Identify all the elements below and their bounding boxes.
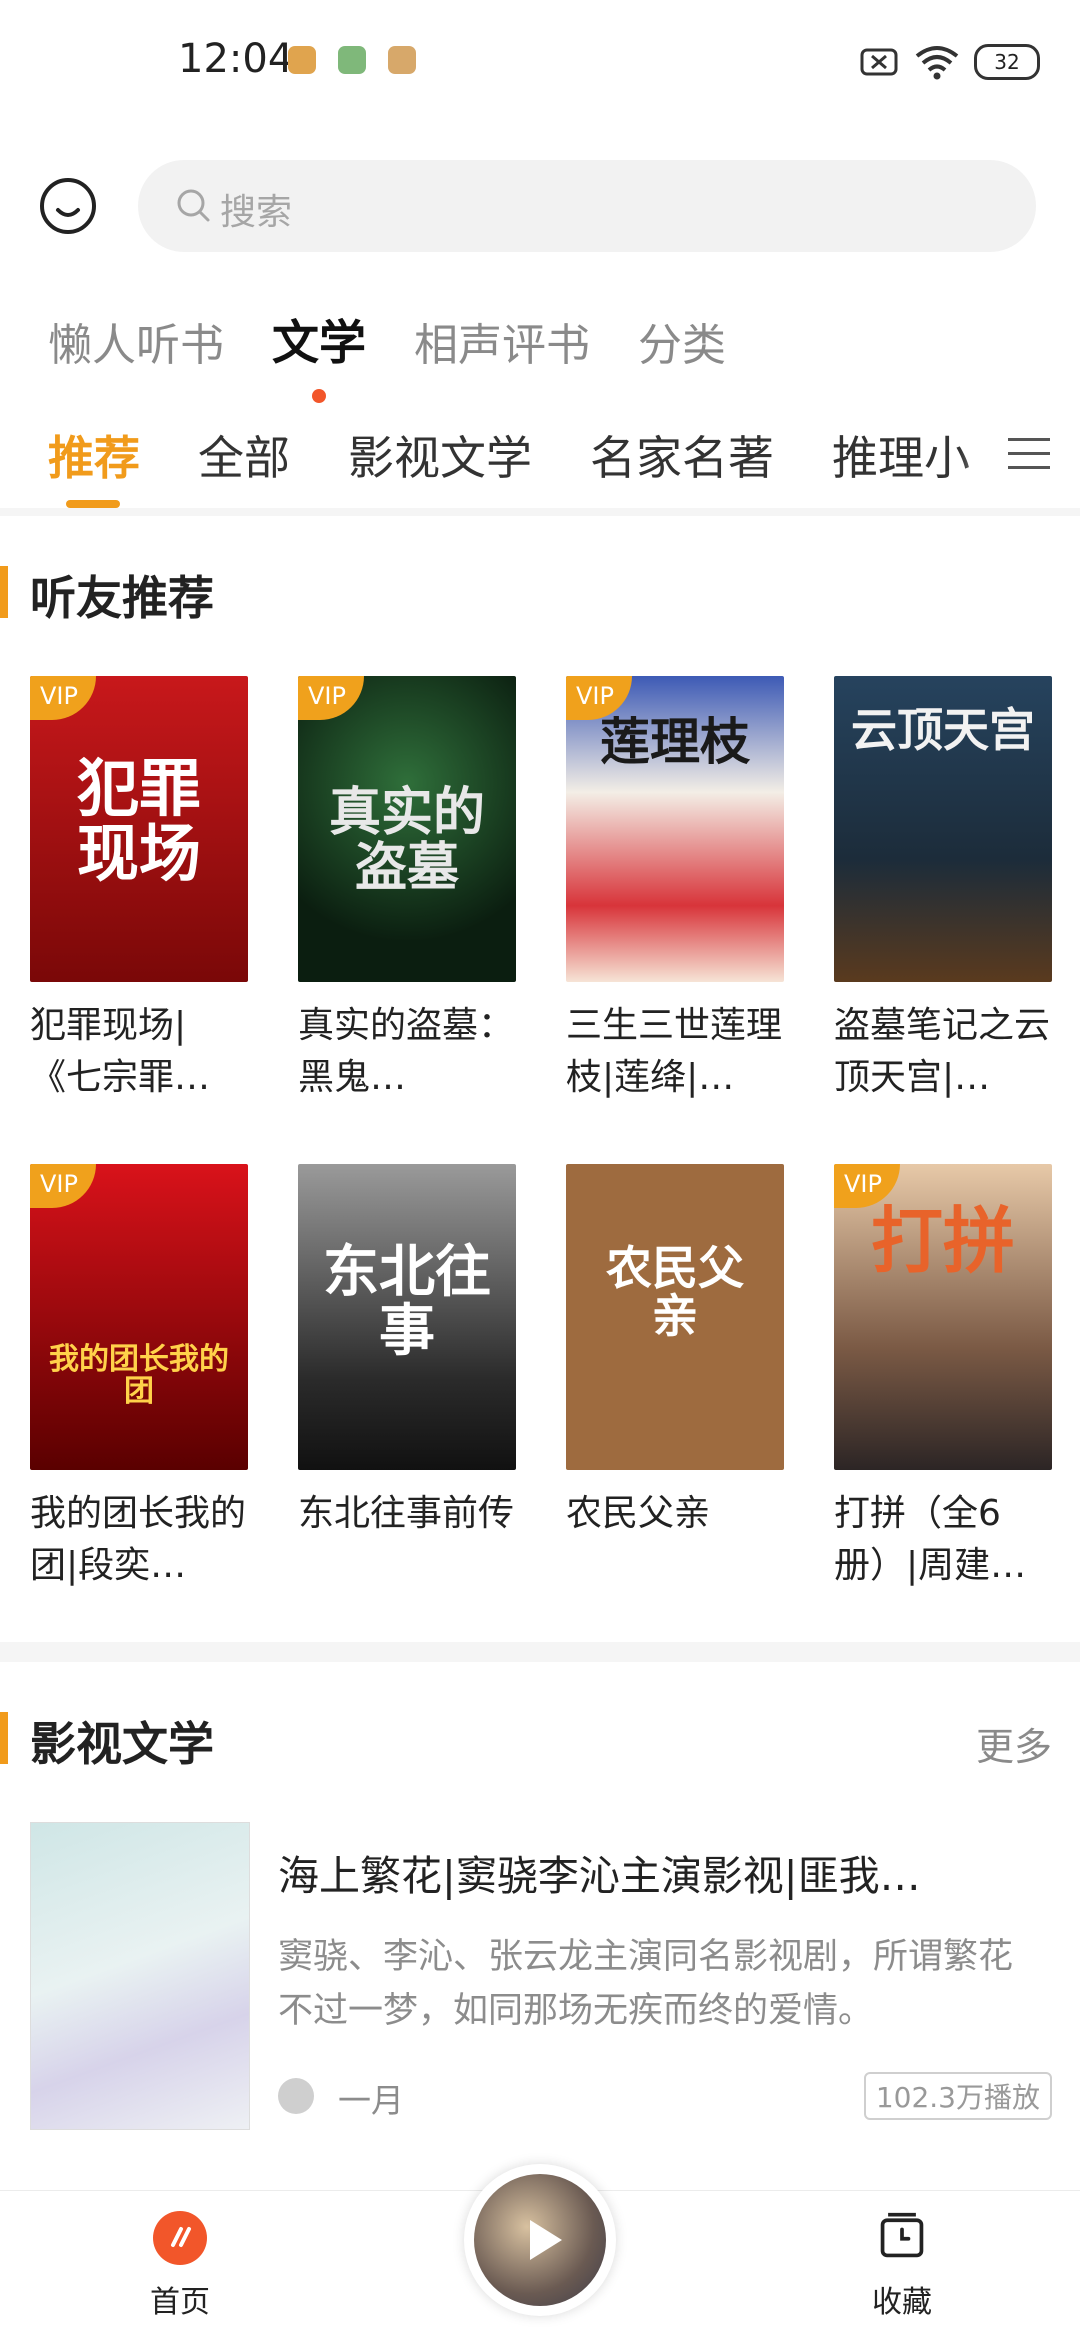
vip-badge: VIP (30, 1164, 96, 1208)
book-title: 三生三世莲理枝|莲绛|… (566, 1005, 783, 1098)
author-icon (278, 2078, 314, 2114)
section-title-recommend: 听友推荐 (30, 571, 214, 625)
cover-text: 农民父亲 (606, 1241, 744, 1344)
book-card[interactable]: 云顶天宫 盗墓笔记之云顶天宫|… (834, 676, 1052, 1104)
book-title: 东北往事前传 (298, 1493, 515, 1534)
nav-home[interactable]: 首页 (110, 2211, 250, 2321)
book-card[interactable]: 打拼 VIP 打拼（全6册）|周建… (834, 1164, 1052, 1592)
section-accent-bar (0, 566, 8, 618)
nav-favorites[interactable]: 收藏 (832, 2211, 972, 2321)
cat-tab-mystery[interactable]: 推理小 (832, 422, 970, 488)
search-icon (177, 189, 210, 222)
book-title: 农民父亲 (566, 1493, 711, 1534)
vip-badge: VIP (30, 676, 96, 720)
book-card[interactable]: 莲理枝 VIP 三生三世莲理枝|莲绛|… (566, 676, 784, 1104)
cover-text: 犯罪现场 (76, 752, 201, 891)
active-tab-indicator (66, 500, 120, 508)
book-card[interactable]: 我的团长我的团 VIP 我的团长我的团|段奕… (30, 1164, 248, 1592)
feature-book-title[interactable]: 海上繁花|窦骁李沁主演影视|匪我… (278, 1842, 1028, 1902)
book-cover: 云顶天宫 (834, 676, 1052, 982)
tab-crosstalk[interactable]: 相声评书 (414, 309, 590, 373)
divider (0, 1642, 1080, 1662)
nav-favorites-label: 收藏 (872, 2285, 932, 2320)
status-time: 12:04 (178, 36, 294, 82)
tab-literature[interactable]: 文学 (272, 304, 366, 403)
feature-book-cover[interactable] (30, 1822, 250, 2130)
vip-badge: VIP (298, 676, 364, 720)
search-bar[interactable]: 搜索 (138, 160, 1036, 252)
cat-tab-film-literature[interactable]: 影视文学 (348, 422, 532, 488)
cover-text: 打拼 (870, 1199, 1015, 1283)
profile-avatar-button[interactable] (40, 178, 96, 234)
sim-off-icon (860, 48, 898, 76)
status-icons: 32 (860, 40, 1040, 84)
book-title: 真实的盗墓：黑鬼… (298, 1005, 515, 1098)
cover-text: 云顶天宫 (851, 703, 1035, 757)
cat-tab-classics[interactable]: 名家名著 (590, 422, 774, 488)
tabs-fade (960, 410, 1010, 490)
feature-book-author: 一月 (338, 2081, 404, 2120)
book-card[interactable]: 农民父亲 农民父亲 (566, 1164, 784, 1592)
search-placeholder: 搜索 (220, 192, 293, 233)
more-link[interactable]: 更多 (976, 1716, 1052, 1771)
book-title: 盗墓笔记之云顶天宫|… (834, 1005, 1051, 1098)
book-cover: 农民父亲 (566, 1164, 784, 1470)
book-cover: 犯罪现场 VIP (30, 676, 248, 982)
favorites-icon (880, 2212, 924, 2258)
book-card[interactable]: 真实的盗墓 VIP 真实的盗墓：黑鬼… (298, 676, 516, 1104)
wifi-icon (915, 46, 959, 80)
player-button[interactable] (464, 2164, 616, 2316)
tab-category[interactable]: 分类 (638, 309, 726, 373)
section-accent-bar (0, 1712, 8, 1764)
cover-text: 莲理枝 (600, 713, 750, 771)
top-tabs: 懒人听书 文学 相声评书 分类 (48, 304, 726, 403)
cover-text: 我的团长我的团 (49, 1342, 229, 1409)
battery-icon: 32 (974, 44, 1040, 80)
menu-icon[interactable] (1008, 436, 1052, 472)
play-count-badge: 102.3万播放 (863, 2072, 1052, 2120)
play-icon (530, 2220, 562, 2260)
notification-icon (388, 46, 416, 74)
book-card[interactable]: 东北往事 东北往事前传 (298, 1164, 516, 1592)
book-cover: 莲理枝 VIP (566, 676, 784, 982)
book-cover: 东北往事 (298, 1164, 516, 1470)
cat-tab-all[interactable]: 全部 (198, 422, 290, 488)
book-title: 犯罪现场|《七宗罪… (30, 1005, 211, 1098)
status-bar: 12:04 32 (0, 0, 1080, 125)
section-title-film-literature: 影视文学 (30, 1717, 214, 1771)
book-cover: 我的团长我的团 VIP (30, 1164, 248, 1470)
tab-lanren[interactable]: 懒人听书 (48, 309, 224, 373)
cover-text: 真实的盗墓 (328, 783, 485, 898)
home-icon (153, 2211, 207, 2265)
feature-book-description: 窦骁、李沁、张云龙主演同名影视剧，所谓繁花不过一梦，如同那场无疾而终的爱情。 (278, 1937, 1014, 2031)
smile-icon (56, 208, 80, 217)
cat-tab-recommend[interactable]: 推荐 (48, 422, 140, 488)
category-tabs: 推荐 全部 影视文学 名家名著 推理小 (48, 422, 988, 488)
notification-icon (288, 46, 316, 74)
book-cover: 真实的盗墓 VIP (298, 676, 516, 982)
cover-text: 东北往事 (323, 1240, 491, 1364)
book-title: 我的团长我的团|段奕… (30, 1493, 247, 1586)
book-card[interactable]: 犯罪现场 VIP 犯罪现场|《七宗罪… (30, 676, 248, 1104)
nav-home-label: 首页 (150, 2285, 210, 2320)
notification-icon (338, 46, 366, 74)
book-cover: 打拼 VIP (834, 1164, 1052, 1470)
book-title: 打拼（全6册）|周建… (834, 1493, 1027, 1586)
divider (0, 508, 1080, 516)
